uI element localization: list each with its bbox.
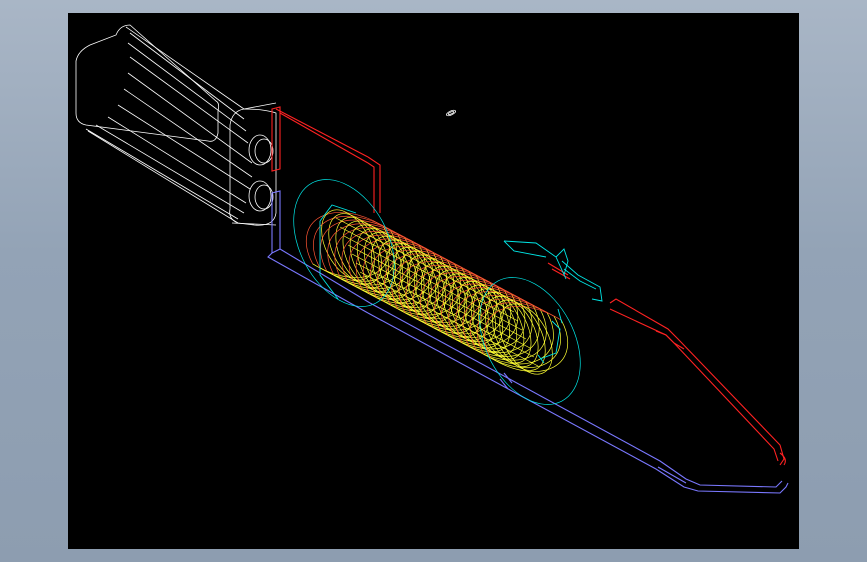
housing-wireframe bbox=[75, 24, 277, 226]
coil-core-line bbox=[335, 217, 515, 313]
cad-viewport[interactable] bbox=[68, 13, 799, 549]
wireframe-model[interactable] bbox=[68, 13, 799, 549]
coil-ring-front bbox=[469, 308, 547, 361]
coil-core-line bbox=[359, 271, 539, 367]
coil-core-line bbox=[339, 226, 519, 322]
hot-pipe bbox=[271, 106, 786, 466]
coil-end-cap bbox=[479, 277, 581, 405]
small-fitting bbox=[445, 109, 457, 117]
coil-ring-back bbox=[313, 215, 391, 268]
coil-ring-back bbox=[320, 219, 398, 272]
coil-ring-back bbox=[327, 223, 405, 276]
cold-pipe bbox=[267, 190, 789, 494]
coil-ring-front bbox=[476, 312, 554, 365]
coil-rings bbox=[293, 179, 581, 405]
